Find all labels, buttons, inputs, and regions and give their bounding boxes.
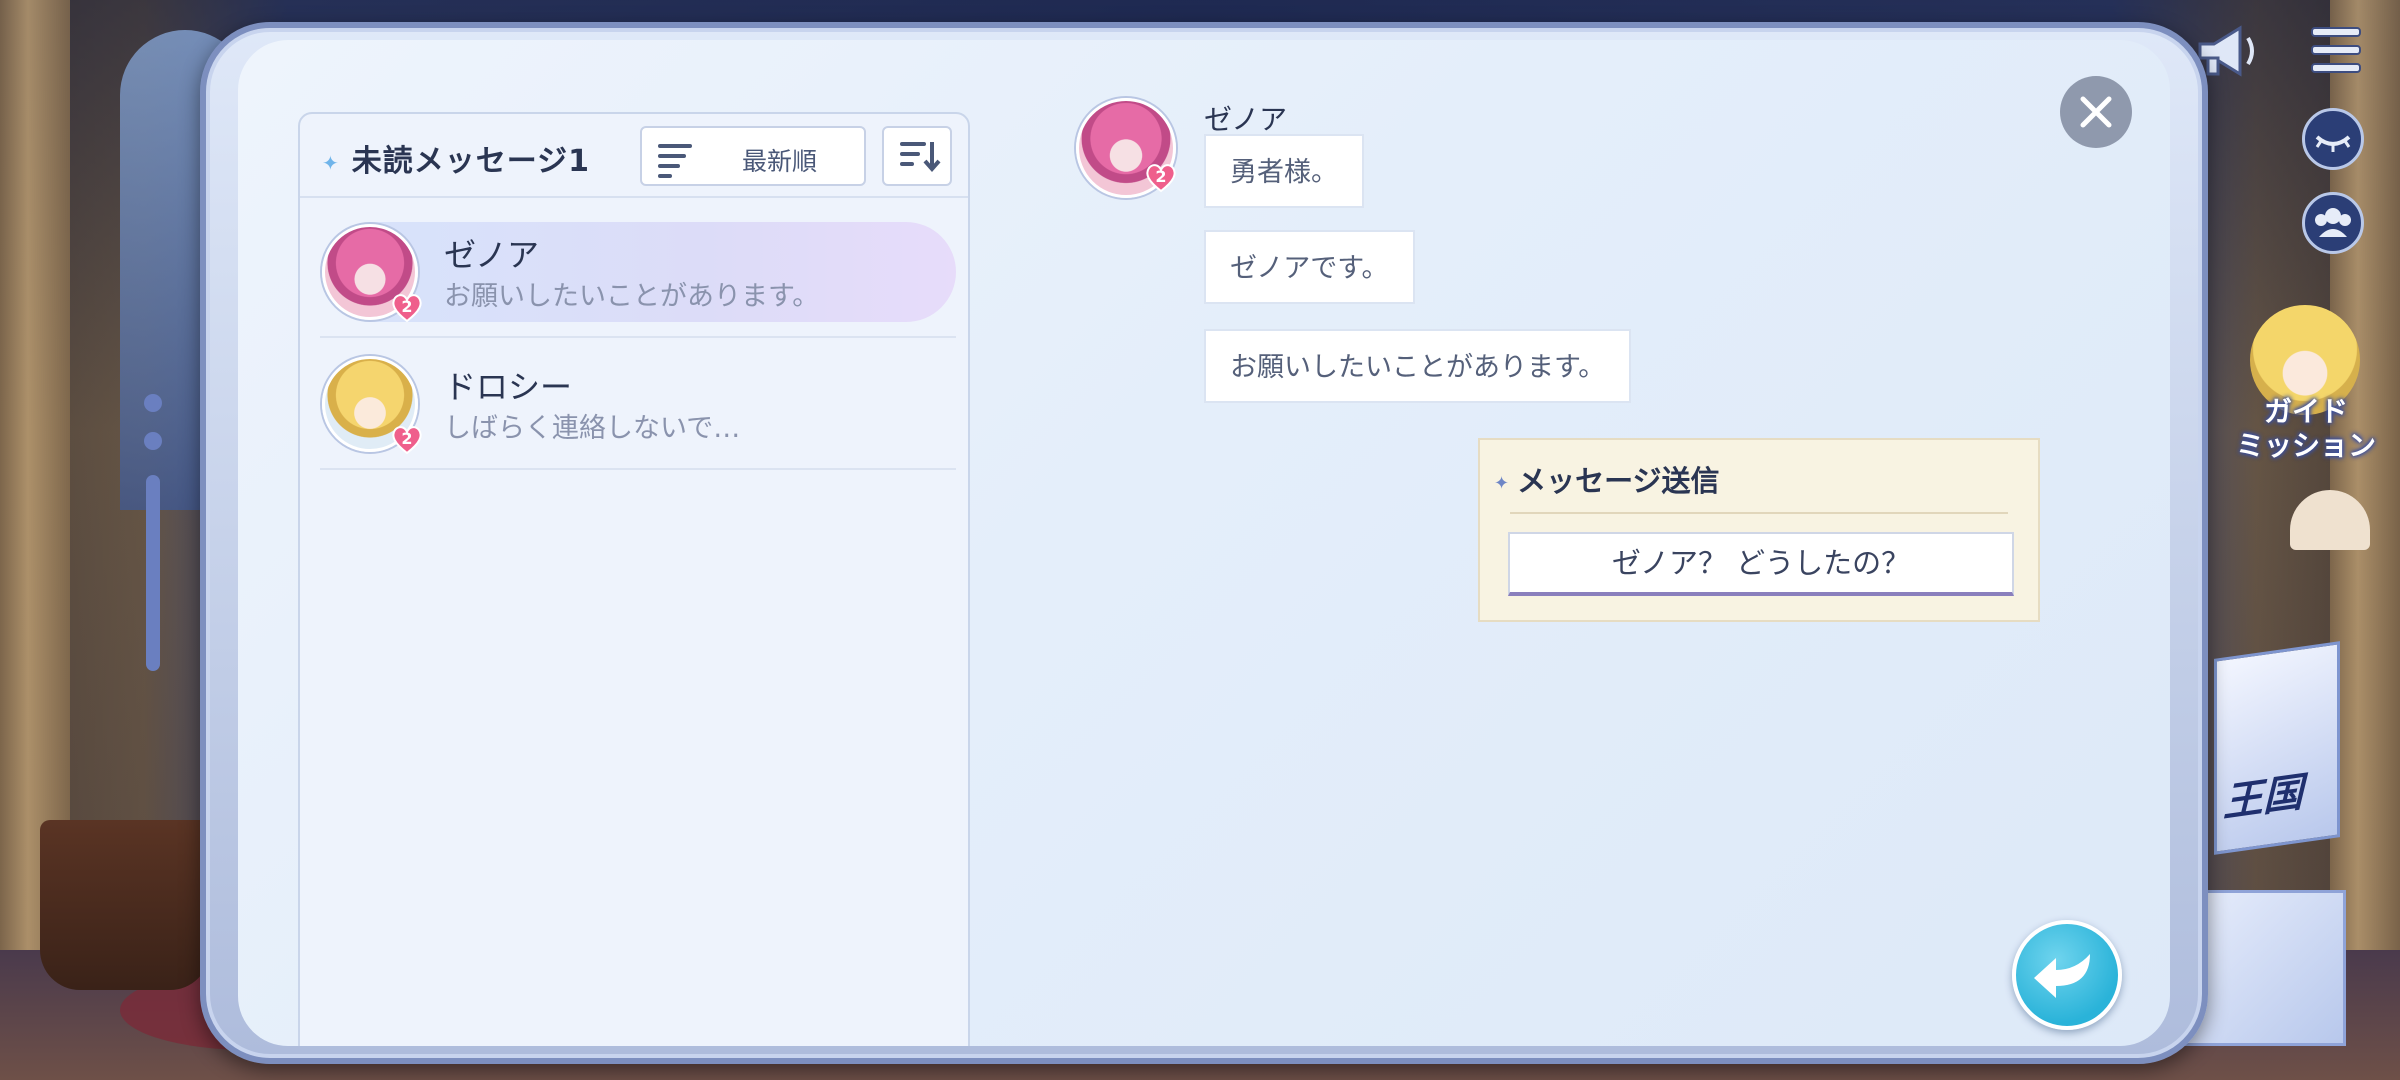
side-table: [40, 820, 210, 990]
chat-sender-name: ゼノア: [1204, 103, 1288, 136]
list-divider: [320, 336, 956, 338]
phone-frame: ✦ 未読メッセージ1 最新順 2 ゼノア お願いしたいことがあります。 2 ドロ…: [144, 22, 2208, 1064]
affection-heart-badge: 2: [390, 290, 424, 324]
reply-option-button[interactable]: ゼノア？ どうしたの？: [1508, 532, 2014, 596]
phone-screen: ✦ 未読メッセージ1 最新順 2 ゼノア お願いしたいことがあります。 2 ドロ…: [238, 40, 2170, 1046]
guide-mission-label: ガイド ミッション: [2235, 395, 2376, 462]
unread-messages-title: ✦ 未読メッセージ1: [322, 144, 591, 179]
contact-name: ドロシー: [444, 368, 573, 406]
sort-order-button[interactable]: [882, 126, 952, 186]
sort-lines-icon: [658, 144, 692, 178]
reply-panel-title: ✦ メッセージ送信: [1494, 464, 1720, 498]
close-icon: [2080, 96, 2112, 128]
reply-divider: [1510, 512, 2008, 514]
sort-label: 最新順: [742, 147, 818, 176]
reply-arrow-icon: [2034, 954, 2090, 998]
affection-heart-badge: 2: [390, 422, 424, 456]
group-icon: [2315, 208, 2351, 237]
friends-button[interactable]: [2302, 192, 2364, 254]
sort-dropdown[interactable]: 最新順: [640, 126, 866, 186]
closed-eye-icon: [2315, 135, 2351, 152]
contact-preview: しばらく連絡しないで…: [444, 413, 741, 444]
hide-ui-button[interactable]: [2302, 108, 2364, 170]
reply-panel: ✦ メッセージ送信 ゼノア？ どうしたの？: [1478, 438, 2040, 622]
hamburger-menu-icon: [2311, 27, 2361, 73]
message-list-panel: ✦ 未読メッセージ1 最新順 2 ゼノア お願いしたいことがあります。 2 ドロ…: [298, 112, 970, 1046]
chat-message: お願いしたいことがあります。: [1204, 329, 1632, 403]
menu-button[interactable]: [2310, 24, 2362, 76]
sparkle-icon: ✦: [322, 150, 340, 175]
chat-message: 勇者様。: [1204, 134, 1364, 208]
phone-side-bar: [146, 475, 160, 671]
contact-name: ゼノア: [444, 236, 540, 274]
chat-message: ゼノアです。: [1204, 230, 1415, 304]
phone-side-dot: [144, 432, 162, 450]
sort-descending-icon: [900, 142, 941, 173]
contact-preview: お願いしたいことがあります。: [444, 281, 820, 312]
guide-mission-button[interactable]: ガイド ミッション: [2226, 305, 2386, 465]
affection-heart-badge: 2: [1144, 160, 1178, 194]
list-header: ✦ 未読メッセージ1 最新順: [300, 114, 968, 198]
list-divider: [320, 468, 956, 470]
close-button[interactable]: [2060, 76, 2132, 148]
kingdom-label: 王国: [2223, 769, 2303, 827]
sparkle-icon: ✦: [1494, 472, 1510, 494]
contact-item-zenoa[interactable]: 2 ゼノア お願いしたいことがあります。: [320, 222, 956, 338]
contact-item-dorothy[interactable]: 2 ドロシー しばらく連絡しないで…: [320, 354, 956, 470]
back-button[interactable]: [2012, 920, 2122, 1030]
phone-side-dot: [144, 394, 162, 412]
kingdom-button[interactable]: 王国: [2214, 641, 2340, 855]
